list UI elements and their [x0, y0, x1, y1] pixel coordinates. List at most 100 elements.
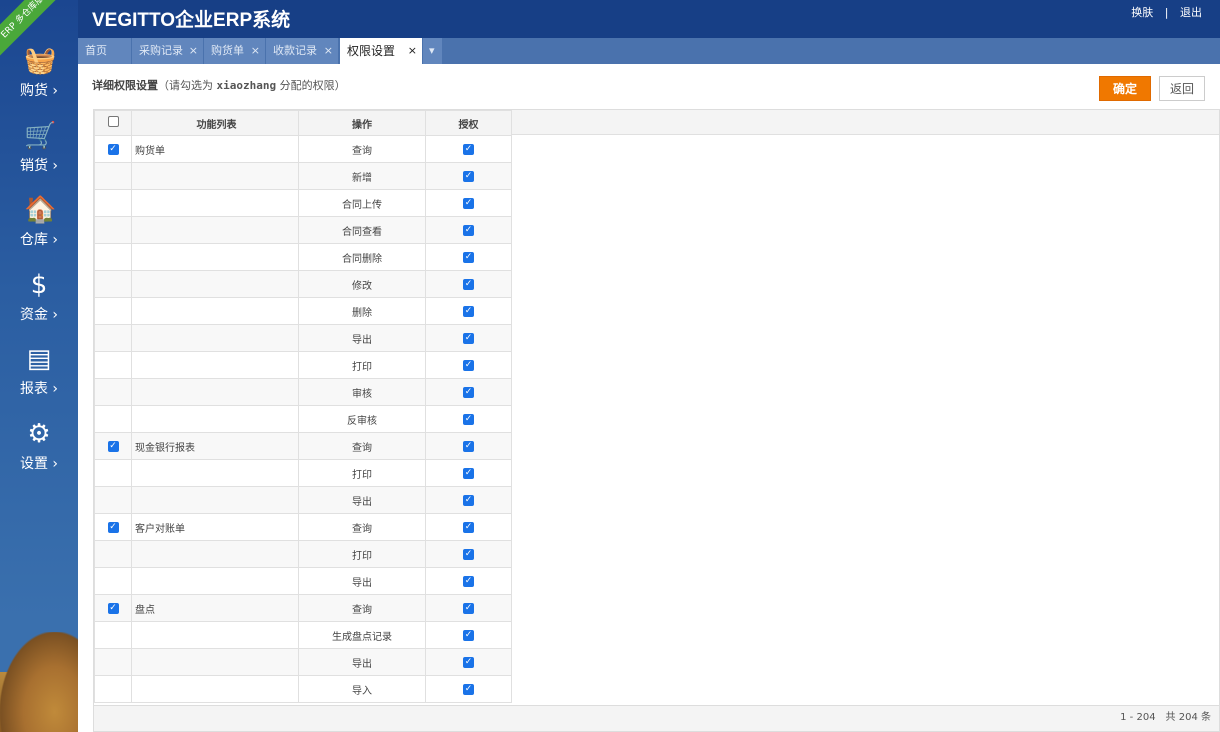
authorize-checkbox[interactable]: ✓: [463, 198, 474, 209]
function-name: 现金银行报表: [131, 432, 299, 460]
table-row: 导出 ✓: [94, 324, 512, 352]
dollar-icon: $: [30, 269, 48, 300]
row-checkbox[interactable]: ✓: [107, 441, 119, 452]
authorize-checkbox[interactable]: ✓: [463, 495, 474, 506]
row-select-cell: [94, 540, 132, 568]
sidebar-item-label: 资金: [0, 304, 78, 324]
authorize-checkbox[interactable]: ✓: [463, 252, 474, 263]
authorize-cell: ✓: [425, 162, 512, 190]
authorize-checkbox[interactable]: ✓: [463, 387, 474, 398]
tab-4[interactable]: 权限设置 ×: [340, 38, 423, 64]
operation-name: 导出: [298, 567, 426, 595]
row-select-cell: [94, 405, 132, 433]
function-name: [131, 540, 299, 568]
authorize-cell: ✓: [425, 351, 512, 379]
gear-icon: ⚙: [27, 418, 51, 449]
authorize-checkbox[interactable]: ✓: [463, 522, 474, 533]
authorize-checkbox[interactable]: ✓: [463, 333, 474, 344]
sidebar-item-0[interactable]: 🧺 购货: [0, 46, 78, 116]
authorize-checkbox[interactable]: ✓: [463, 414, 474, 425]
tab-dropdown[interactable]: ▾: [423, 38, 443, 64]
table-row: ✓ 盘点 查询 ✓: [94, 594, 512, 622]
authorize-cell: ✓: [425, 540, 512, 568]
operation-name: 新增: [298, 162, 426, 190]
operation-name: 导出: [298, 648, 426, 676]
tab-0[interactable]: 首页: [78, 38, 132, 64]
function-name: [131, 324, 299, 352]
authorize-checkbox[interactable]: ✓: [463, 441, 474, 452]
authorize-checkbox[interactable]: ✓: [463, 279, 474, 290]
operation-name: 合同查看: [298, 216, 426, 244]
close-icon[interactable]: ×: [189, 38, 198, 64]
tab-bar: 首页 采购记录 × 购货单 × 收款记录 × 权限设置 × ▾: [78, 38, 1220, 64]
function-name: [131, 162, 299, 190]
authorize-checkbox[interactable]: ✓: [463, 549, 474, 560]
function-name: 盘点: [131, 594, 299, 622]
sidebar-background-image: [0, 632, 78, 732]
tab-2[interactable]: 购货单 ×: [204, 38, 266, 64]
back-button[interactable]: 返回: [1159, 76, 1205, 101]
tab-3[interactable]: 收款记录 ×: [266, 38, 339, 64]
authorize-checkbox[interactable]: ✓: [463, 657, 474, 668]
table-row: 新增 ✓: [94, 162, 512, 190]
function-name: [131, 405, 299, 433]
function-name: 客户对账单: [131, 513, 299, 541]
sidebar-item-3[interactable]: $ 资金: [0, 270, 78, 340]
operation-name: 打印: [298, 459, 426, 487]
authorize-cell: ✓: [425, 216, 512, 244]
close-icon[interactable]: ×: [251, 38, 260, 64]
row-select-cell: [94, 675, 132, 703]
authorize-checkbox[interactable]: ✓: [463, 360, 474, 371]
table-row: 导出 ✓: [94, 567, 512, 595]
function-name: [131, 486, 299, 514]
tab-1[interactable]: 采购记录 ×: [132, 38, 204, 64]
authorize-cell: ✓: [425, 513, 512, 541]
sidebar-item-5[interactable]: ⚙ 设置: [0, 419, 78, 489]
row-select-cell: ✓: [94, 513, 132, 541]
authorize-checkbox[interactable]: ✓: [463, 225, 474, 236]
user-name: xiaozhang: [216, 79, 277, 92]
authorize-checkbox[interactable]: ✓: [463, 684, 474, 695]
skin-link[interactable]: 换肤: [1131, 6, 1153, 19]
sidebar-item-label: 购货: [0, 80, 78, 100]
operation-name: 导入: [298, 675, 426, 703]
sidebar-item-2[interactable]: 🏠 仓库: [0, 195, 78, 265]
logout-link[interactable]: 退出: [1180, 6, 1202, 19]
confirm-button[interactable]: 确定: [1099, 76, 1151, 101]
app-header: VEGITTO企业ERP系统 换肤 | 退出: [0, 0, 1220, 38]
operation-name: 导出: [298, 486, 426, 514]
row-checkbox[interactable]: ✓: [107, 603, 119, 614]
row-select-cell: ✓: [94, 135, 132, 163]
authorize-checkbox[interactable]: ✓: [463, 630, 474, 641]
close-icon[interactable]: ×: [408, 38, 417, 64]
authorize-checkbox[interactable]: ✓: [463, 171, 474, 182]
row-checkbox[interactable]: ✓: [107, 522, 119, 533]
cart-icon: 🛒: [24, 120, 57, 151]
table-row: 合同查看 ✓: [94, 216, 512, 244]
header-operation: 操作: [298, 110, 426, 136]
close-icon[interactable]: ×: [324, 38, 333, 64]
operation-name: 查询: [298, 594, 426, 622]
sidebar-item-4[interactable]: ▤ 报表: [0, 344, 78, 414]
sidebar: 🧺 购货 🛒 销货 🏠 仓库 $ 资金 ▤ 报表 ⚙ 设置: [0, 0, 78, 732]
authorize-checkbox[interactable]: ✓: [463, 306, 474, 317]
authorize-checkbox[interactable]: ✓: [463, 468, 474, 479]
function-name: [131, 243, 299, 271]
row-select-cell: [94, 297, 132, 325]
function-name: 购货单: [131, 135, 299, 163]
authorize-checkbox[interactable]: ✓: [463, 603, 474, 614]
sidebar-item-1[interactable]: 🛒 销货: [0, 121, 78, 191]
operation-name: 合同删除: [298, 243, 426, 271]
row-checkbox[interactable]: ✓: [107, 144, 119, 155]
operation-name: 合同上传: [298, 189, 426, 217]
authorize-checkbox[interactable]: ✓: [463, 144, 474, 155]
basket-icon: 🧺: [24, 46, 57, 76]
operation-name: 审核: [298, 378, 426, 406]
select-all-checkbox[interactable]: [107, 116, 119, 127]
row-select-cell: [94, 486, 132, 514]
permission-grid: 功能列表 操作 授权 ✓ 购货单 查询 ✓ 新增 ✓ 合同上传 ✓ 合同查看 ✓…: [93, 109, 1220, 732]
separator: |: [1164, 6, 1169, 19]
hint-text-end: 分配的权限）: [276, 79, 346, 92]
app-title: VEGITTO企业ERP系统: [92, 10, 291, 31]
authorize-checkbox[interactable]: ✓: [463, 576, 474, 587]
